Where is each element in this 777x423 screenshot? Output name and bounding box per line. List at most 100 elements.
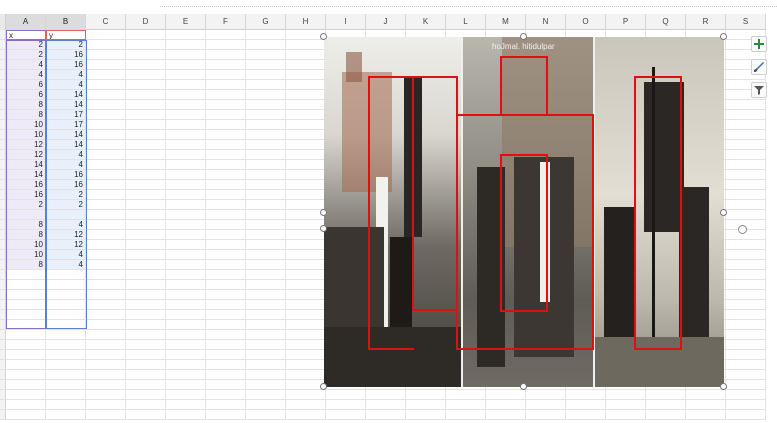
empty-cell[interactable] (166, 340, 206, 350)
cell-y-value[interactable]: 4 (46, 260, 86, 270)
empty-cell[interactable] (246, 380, 286, 390)
resize-handle-n[interactable] (520, 33, 527, 40)
empty-cell[interactable] (286, 140, 326, 150)
column-header-h[interactable]: H (286, 14, 326, 30)
cell-x-value[interactable]: 10 (6, 240, 46, 250)
empty-cell[interactable] (126, 330, 166, 340)
empty-cell[interactable] (206, 240, 246, 250)
empty-cell[interactable] (86, 220, 126, 230)
empty-cell[interactable] (566, 390, 606, 400)
empty-cell[interactable] (206, 230, 246, 240)
empty-cell[interactable] (126, 160, 166, 170)
empty-cell[interactable] (86, 250, 126, 260)
cell-y-value[interactable]: 2 (46, 190, 86, 200)
empty-cell[interactable] (126, 140, 166, 150)
empty-cell[interactable] (726, 100, 766, 110)
empty-cell[interactable] (86, 130, 126, 140)
empty-cell[interactable] (206, 80, 246, 90)
empty-cell[interactable] (6, 280, 46, 290)
empty-cell[interactable] (86, 240, 126, 250)
empty-cell[interactable] (86, 300, 126, 310)
empty-cell[interactable] (646, 410, 686, 420)
empty-cell[interactable] (86, 190, 126, 200)
empty-cell[interactable] (246, 280, 286, 290)
empty-cell[interactable] (246, 180, 286, 190)
resize-handle-ne[interactable] (720, 33, 727, 40)
empty-cell[interactable] (246, 120, 286, 130)
empty-cell[interactable] (286, 40, 326, 50)
empty-cell[interactable] (206, 300, 246, 310)
empty-cell[interactable] (246, 340, 286, 350)
empty-cell[interactable] (686, 390, 726, 400)
empty-cell[interactable] (246, 290, 286, 300)
empty-cell[interactable] (286, 190, 326, 200)
empty-cell[interactable] (246, 390, 286, 400)
empty-cell[interactable] (6, 340, 46, 350)
resize-handle-e[interactable] (720, 209, 727, 216)
empty-cell[interactable] (726, 300, 766, 310)
empty-cell[interactable] (6, 360, 46, 370)
empty-cell[interactable] (126, 30, 166, 40)
cell-x-value[interactable]: 8 (6, 100, 46, 110)
empty-cell[interactable] (286, 80, 326, 90)
resize-handle-w2[interactable] (320, 225, 327, 232)
empty-cell[interactable] (286, 330, 326, 340)
empty-cell[interactable] (126, 410, 166, 420)
empty-cell[interactable] (6, 400, 46, 410)
empty-cell[interactable] (166, 120, 206, 130)
empty-cell[interactable] (246, 100, 286, 110)
empty-cell[interactable] (86, 360, 126, 370)
empty-cell[interactable] (166, 270, 206, 280)
empty-cell[interactable] (726, 260, 766, 270)
empty-cell[interactable] (246, 360, 286, 370)
empty-cell[interactable] (86, 290, 126, 300)
empty-cell[interactable] (726, 280, 766, 290)
empty-cell[interactable] (6, 370, 46, 380)
column-header-c[interactable]: C (86, 14, 126, 30)
empty-cell[interactable] (126, 310, 166, 320)
empty-cell[interactable] (166, 150, 206, 160)
empty-cell[interactable] (246, 90, 286, 100)
empty-cell[interactable] (486, 390, 526, 400)
header-cell-y[interactable]: y (46, 30, 86, 40)
empty-cell[interactable] (6, 390, 46, 400)
empty-cell[interactable] (206, 310, 246, 320)
empty-cell[interactable] (86, 230, 126, 240)
empty-cell[interactable] (6, 410, 46, 420)
empty-cell[interactable] (46, 290, 86, 300)
empty-cell[interactable] (246, 410, 286, 420)
column-header-q[interactable]: Q (646, 14, 686, 30)
empty-cell[interactable] (126, 250, 166, 260)
empty-cell[interactable] (86, 340, 126, 350)
empty-cell[interactable] (126, 320, 166, 330)
cell-y-value[interactable]: 17 (46, 120, 86, 130)
empty-cell[interactable] (286, 400, 326, 410)
empty-cell[interactable] (246, 110, 286, 120)
empty-cell[interactable] (46, 320, 86, 330)
empty-cell[interactable] (6, 330, 46, 340)
empty-cell[interactable] (126, 220, 166, 230)
cell-x-value[interactable]: 8 (6, 110, 46, 120)
empty-cell[interactable] (6, 320, 46, 330)
empty-cell[interactable] (6, 290, 46, 300)
empty-cell[interactable] (726, 160, 766, 170)
cell-x-value[interactable]: 8 (6, 230, 46, 240)
empty-cell[interactable] (726, 390, 766, 400)
empty-cell[interactable] (726, 240, 766, 250)
empty-cell[interactable] (126, 210, 166, 220)
empty-cell[interactable] (46, 390, 86, 400)
cell-y-value[interactable]: 4 (46, 80, 86, 90)
empty-cell[interactable] (246, 320, 286, 330)
empty-cell[interactable] (246, 200, 286, 210)
empty-cell[interactable] (366, 410, 406, 420)
cell-y-value[interactable]: 14 (46, 100, 86, 110)
chart-styles-button[interactable] (751, 59, 767, 75)
empty-cell[interactable] (86, 320, 126, 330)
empty-cell[interactable] (726, 400, 766, 410)
cell-x-value[interactable]: 8 (6, 260, 46, 270)
resize-handle-se[interactable] (720, 383, 727, 390)
empty-cell[interactable] (246, 190, 286, 200)
cell-x-value[interactable]: 10 (6, 250, 46, 260)
empty-cell[interactable] (166, 290, 206, 300)
empty-cell[interactable] (606, 410, 646, 420)
